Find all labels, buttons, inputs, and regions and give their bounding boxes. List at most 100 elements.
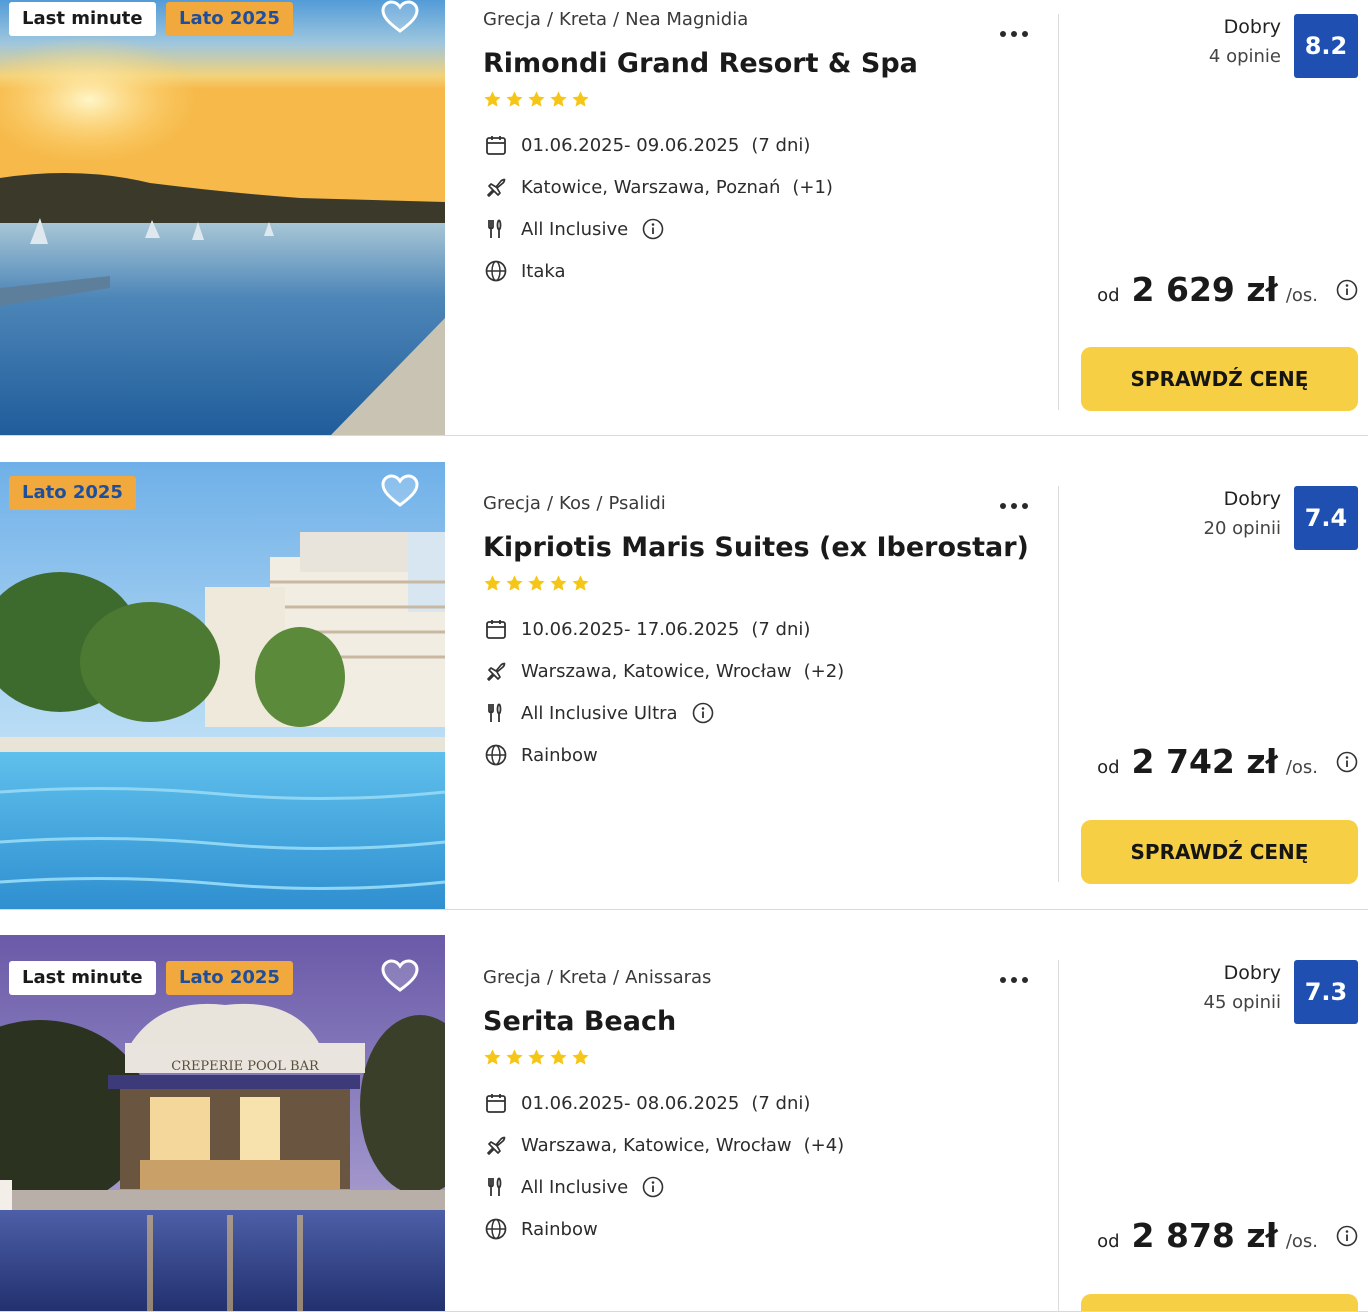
board-row: All Inclusive — [483, 1166, 1043, 1208]
star-icon — [572, 575, 589, 591]
board-info-icon[interactable] — [642, 218, 664, 240]
dates-row: 01.06.2025- 09.06.2025 (7 dni) — [483, 124, 1043, 166]
offer-card[interactable]: CREPERIE POOL BAR Last minute Lato 2025 … — [0, 935, 1368, 1312]
divider — [1058, 960, 1059, 1312]
rating-score: 8.2 — [1294, 14, 1358, 78]
price-info-icon[interactable] — [1336, 279, 1358, 301]
divider — [1058, 486, 1059, 882]
calendar-icon — [483, 1090, 509, 1116]
price-unit: /os. — [1285, 757, 1318, 778]
airports-row: Warszawa, Katowice, Wrocław (+4) — [483, 1124, 1043, 1166]
more-options-icon[interactable] — [996, 968, 1032, 992]
hotel-photo[interactable]: Last minute Lato 2025 — [0, 0, 445, 436]
check-price-button[interactable]: SPRAWDŹ CENĘ — [1081, 820, 1358, 884]
price-unit: /os. — [1285, 285, 1318, 306]
hotel-name[interactable]: Rimondi Grand Resort & Spa — [483, 46, 1043, 82]
rating-label: Dobry — [1223, 488, 1281, 510]
airports-row: Warszawa, Katowice, Wrocław (+2) — [483, 650, 1043, 692]
breadcrumb-country[interactable]: Grecja — [483, 9, 541, 30]
price-info-icon[interactable] — [1336, 751, 1358, 773]
review-count[interactable]: 20 opinii — [1204, 518, 1281, 539]
hotel-name[interactable]: Kipriotis Maris Suites (ex Iberostar) — [483, 530, 1043, 566]
trip-duration: (7 dni) — [751, 134, 811, 156]
breadcrumb-country[interactable]: Grecja — [483, 967, 541, 988]
rating-label: Dobry — [1223, 16, 1281, 38]
price-prefix: od — [1097, 1231, 1120, 1252]
airports-row: Katowice, Warszawa, Poznań (+1) — [483, 166, 1043, 208]
operator-row: Rainbow — [483, 734, 1043, 776]
price-info-icon[interactable] — [1336, 1225, 1358, 1247]
breadcrumb-town[interactable]: Anissaras — [625, 967, 711, 988]
board-type: All Inclusive — [521, 218, 629, 240]
calendar-icon — [483, 616, 509, 642]
plane-icon — [483, 1132, 509, 1158]
hotel-name[interactable]: Serita Beach — [483, 1004, 1043, 1040]
more-options-icon[interactable] — [996, 494, 1032, 518]
hotel-photo[interactable]: Lato 2025 — [0, 462, 445, 910]
more-airports[interactable]: (+2) — [804, 661, 845, 682]
breadcrumb-town[interactable]: Nea Magnidia — [625, 9, 748, 30]
board-row: All Inclusive Ultra — [483, 692, 1043, 734]
board-type: All Inclusive — [521, 1176, 629, 1198]
offer-details: Grecja / Kreta / Anissaras Serita Beach 01.0… — [483, 964, 1043, 1250]
board-type: All Inclusive Ultra — [521, 702, 678, 724]
favorite-heart-icon[interactable] — [381, 959, 419, 993]
breadcrumb: Grecja / Kreta / Nea Magnidia — [483, 9, 749, 30]
calendar-icon — [483, 132, 509, 158]
plane-icon — [483, 174, 509, 200]
last-minute-badge: Last minute — [9, 2, 156, 36]
more-airports[interactable]: (+1) — [792, 177, 833, 198]
season-badge: Lato 2025 — [166, 961, 293, 995]
star-icon — [572, 1049, 589, 1065]
star-icon — [550, 91, 567, 107]
check-price-button[interactable] — [1081, 1294, 1358, 1312]
star-icon — [572, 91, 589, 107]
review-count[interactable]: 45 opinii — [1204, 992, 1281, 1013]
offer-card[interactable]: Last minute Lato 2025 Grecja / Kreta / Nea M… — [0, 0, 1368, 436]
trip-duration: (7 dni) — [751, 1092, 811, 1114]
check-price-button[interactable]: SPRAWDŹ CENĘ — [1081, 347, 1358, 411]
breadcrumb: Grecja / Kreta / Anissaras — [483, 967, 712, 988]
hotel-stars — [483, 574, 1043, 596]
star-icon — [550, 1049, 567, 1065]
star-icon — [550, 575, 567, 591]
price-amount: 2 878 zł — [1131, 1216, 1278, 1255]
star-icon — [484, 575, 501, 591]
pool-bar-sign: CREPERIE POOL BAR — [171, 1059, 320, 1074]
globe-icon — [483, 742, 509, 768]
last-minute-badge: Last minute — [9, 961, 156, 995]
board-info-icon[interactable] — [692, 702, 714, 724]
favorite-heart-icon[interactable] — [381, 474, 419, 508]
price-block: od 2 878 zł /os. — [1097, 1216, 1358, 1255]
rating-score: 7.4 — [1294, 486, 1358, 550]
breadcrumb-country[interactable]: Grecja — [483, 493, 541, 514]
breadcrumb-region[interactable]: Kreta — [559, 9, 607, 30]
price-block: od 2 629 zł /os. — [1097, 270, 1358, 309]
star-icon — [528, 91, 545, 107]
price-block: od 2 742 zł /os. — [1097, 742, 1358, 781]
more-options-icon[interactable] — [996, 22, 1032, 46]
tour-operator: Rainbow — [521, 744, 598, 766]
season-badge: Lato 2025 — [9, 476, 136, 510]
review-count[interactable]: 4 opinie — [1209, 46, 1281, 67]
board-info-icon[interactable] — [642, 1176, 664, 1198]
infinity-pool-sunset-image — [0, 0, 445, 436]
trip-dates: 01.06.2025- 09.06.2025 — [521, 134, 740, 156]
price-unit: /os. — [1285, 1231, 1318, 1252]
plane-icon — [483, 658, 509, 684]
breadcrumb-region[interactable]: Kreta — [559, 967, 607, 988]
star-icon — [484, 1049, 501, 1065]
price-amount: 2 629 zł — [1131, 270, 1278, 309]
breadcrumb-region[interactable]: Kos — [559, 493, 590, 514]
hotel-photo[interactable]: CREPERIE POOL BAR Last minute Lato 2025 — [0, 935, 445, 1312]
cutlery-icon — [483, 216, 509, 242]
breadcrumb: Grecja / Kos / Psalidi — [483, 493, 666, 514]
favorite-heart-icon[interactable] — [381, 0, 419, 34]
offer-card[interactable]: Lato 2025 Grecja / Kos / Psalidi Kipriotis M… — [0, 462, 1368, 910]
globe-icon — [483, 258, 509, 284]
rating-score: 7.3 — [1294, 960, 1358, 1024]
board-row: All Inclusive — [483, 208, 1043, 250]
star-icon — [506, 91, 523, 107]
more-airports[interactable]: (+4) — [804, 1135, 845, 1156]
breadcrumb-town[interactable]: Psalidi — [608, 493, 665, 514]
